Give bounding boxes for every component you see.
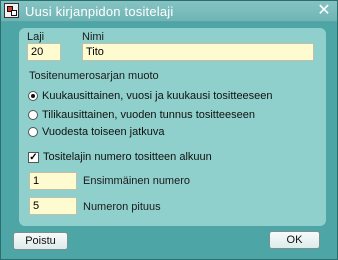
prefix-option[interactable]: ✓ Tositelajin numero tositteen alkuun [28,150,212,164]
app-icon [4,3,19,18]
laji-label: Laji [27,31,45,43]
checkbox[interactable]: ✓ [28,151,39,163]
window-title: Uusi kirjanpidon tositelaji [25,4,174,19]
radio-button[interactable] [28,127,38,137]
numbering-option-fiscal[interactable]: Tilikausittainen, vuoden tunnus tosittee… [28,108,255,122]
dialog-window: Uusi kirjanpidon tositelaji ✕ Laji Nimi … [0,0,338,260]
title-bar[interactable]: Uusi kirjanpidon tositelaji ✕ [1,1,337,22]
close-icon[interactable]: ✕ [315,2,333,20]
radio-button[interactable] [28,110,38,120]
nimi-input[interactable] [82,43,314,61]
numbering-option-monthly[interactable]: Kuukausittainen, vuosi ja kuukausi tosit… [28,89,273,103]
numbering-option-label: Tilikausittainen, vuoden tunnus tosittee… [42,109,256,121]
numbering-option-continuous[interactable]: Vuodesta toiseen jatkuva [28,125,165,139]
numbering-section-label: Tositenumerosarjan muoto [29,70,159,82]
ok-button[interactable]: OK [269,231,320,249]
exit-button[interactable]: Poistu [13,232,68,250]
laji-input[interactable] [27,43,61,61]
first-number-input[interactable] [29,172,77,190]
first-number-label: Ensimmäinen numero [83,175,190,187]
length-label: Numeron pituus [83,201,161,213]
radio-button[interactable] [28,91,38,101]
length-input[interactable] [29,197,77,215]
numbering-option-label: Kuukausittainen, vuosi ja kuukausi tosit… [42,90,273,102]
prefix-option-label: Tositelajin numero tositteen alkuun [43,151,212,163]
numbering-option-label: Vuodesta toiseen jatkuva [42,126,165,138]
nimi-label: Nimi [82,31,104,43]
form-panel: Laji Nimi Tositenumerosarjan muoto Kuuka… [19,28,326,226]
